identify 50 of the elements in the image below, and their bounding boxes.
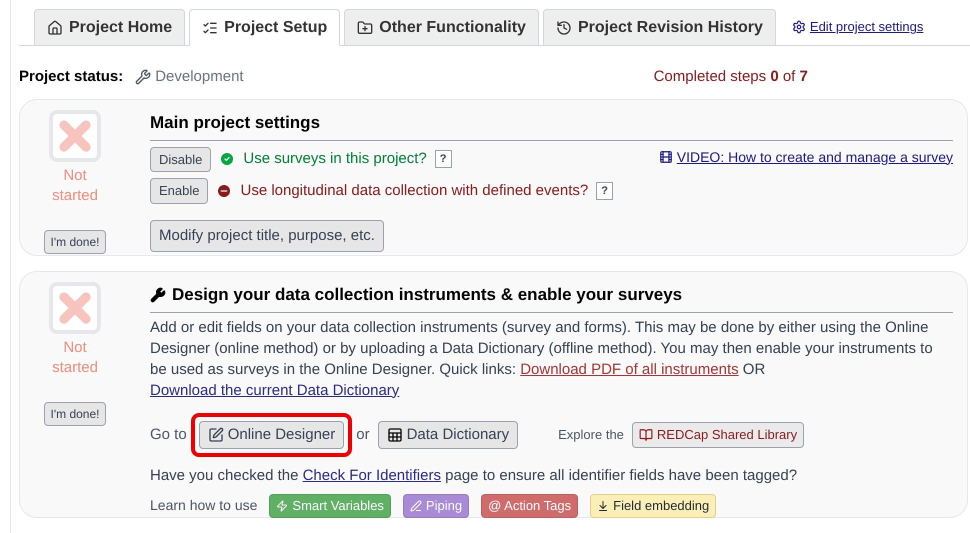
tab[interactable]: Project Revision History: [542, 9, 776, 46]
section-title: Design your data collection instruments & enable your surveys: [172, 284, 682, 306]
explore-label: Explore the: [558, 426, 624, 444]
wrench-icon: [150, 286, 166, 303]
option-label: Use longitudinal data collection with defined events?: [240, 180, 588, 200]
completed-steps: Completed steps 0 of 7: [654, 66, 808, 88]
tab[interactable]: Project Setup: [189, 9, 340, 46]
online-designer-button[interactable]: Online Designer: [198, 420, 344, 449]
tab-icon: [47, 20, 63, 36]
done-button[interactable]: I'm done!: [44, 230, 106, 254]
help-tag[interactable]: Field embedding: [590, 494, 716, 518]
description-text: Add or edit fields on your data collection instruments (survey and forms). This may be done by either using the Online Designer (online method) or by uploading a Data Dictionary (offline method). You may then enable your instruments to be used as surveys in the Online Designer. Quick links: Download PDF of all instruments OR Download the current Data Dictionary: [150, 318, 934, 400]
help-button[interactable]: ?: [434, 150, 452, 168]
tab[interactable]: Other Functionality: [344, 9, 539, 46]
modify-button[interactable]: Modify project title, purpose, etc.: [150, 220, 384, 252]
done-button[interactable]: I'm done!: [44, 402, 106, 426]
toggle-button[interactable]: Enable: [150, 178, 208, 204]
go-to-label: Go to: [150, 424, 187, 444]
help-tag[interactable]: @ Action Tags: [481, 494, 578, 518]
tab-icon: [556, 20, 572, 36]
tag-icon: [597, 500, 610, 512]
section-title: Main project settings: [150, 110, 953, 140]
video-link[interactable]: VIDEO: How to create and manage a survey: [658, 146, 953, 168]
data-dictionary-button[interactable]: Data Dictionary: [378, 420, 518, 449]
identifiers-text: Have you checked the Check For Identifiers page to ensure all identifier fields have been tagged?: [150, 466, 798, 486]
books-icon: [638, 428, 653, 442]
edit-icon: [208, 426, 224, 443]
tab-icon: [202, 20, 218, 36]
tab-icon: [357, 20, 374, 36]
text-link[interactable]: Check For Identifiers: [302, 467, 441, 484]
wrench-icon: [135, 69, 152, 85]
edit-settings-link[interactable]: Edit project settings: [792, 17, 924, 37]
film-icon: [658, 150, 673, 164]
tag-icon: [410, 500, 422, 512]
shared-library-button[interactable]: REDCap Shared Library: [632, 422, 804, 448]
help-button[interactable]: ?: [596, 182, 613, 200]
status-label: Project status:: [19, 66, 124, 87]
text-link[interactable]: Download PDF of all instruments: [520, 360, 739, 378]
learn-label: Learn how to use: [150, 496, 258, 516]
tab[interactable]: Project Home: [34, 9, 186, 46]
spreadsheet-icon: [386, 426, 403, 443]
step-status: Not started: [51, 166, 99, 206]
status-value: Development: [155, 66, 244, 87]
toggle-button[interactable]: Disable: [150, 146, 212, 172]
or-label: or: [356, 424, 370, 444]
option-label: Use surveys in this project?: [243, 149, 427, 169]
settings-icon: [792, 20, 806, 34]
text-link[interactable]: Download the current Data Dictionary: [150, 382, 400, 398]
tag-icon: [276, 500, 288, 512]
step-status: Not started: [51, 338, 99, 378]
